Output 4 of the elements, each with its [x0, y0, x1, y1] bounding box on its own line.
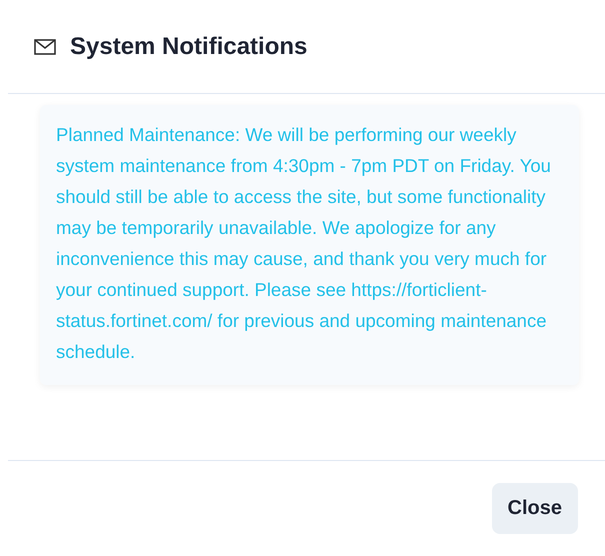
mail-icon: [34, 38, 56, 54]
close-button[interactable]: Close: [492, 483, 578, 534]
notification-message: Planned Maintenance: We will be performing our weekly system maintenance from 4:30pm - 7pm PDT on Friday. You should still be able to access the site, but some functionality may be temporarily unavailable. We apologize for any inconvenience this may cause, and thank you very much for your continued support. Please see https://forticlient-status.fortinet.com/ for previous and upcoming maintenance schedule.: [56, 123, 552, 364]
dialog-title: System Notifications: [70, 32, 308, 60]
